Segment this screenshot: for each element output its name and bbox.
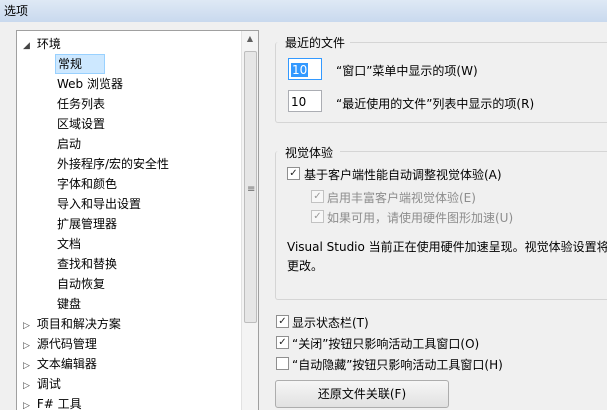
collapsed-arrow-icon[interactable]: ▷ bbox=[23, 316, 33, 336]
tree-item-label: 环境 bbox=[36, 37, 61, 51]
tree-item-label: 常规 bbox=[58, 57, 83, 71]
tree-item[interactable]: ◢ 环境 bbox=[23, 34, 61, 54]
close-button-scope-label: “关闭”按钮只影响活动工具窗口(O) bbox=[292, 337, 480, 351]
tree-item-label: 启动 bbox=[57, 137, 82, 151]
tree-item[interactable]: 键盘 bbox=[57, 294, 81, 314]
tree-item[interactable]: 区域设置 bbox=[57, 114, 105, 134]
tree-item[interactable]: 常规 bbox=[55, 54, 105, 74]
tree-item[interactable]: 文档 bbox=[57, 234, 81, 254]
tree-item-label: 自动恢复 bbox=[57, 277, 106, 291]
rich-visual-label: 启用丰富客户端视觉体验(E) bbox=[327, 191, 476, 205]
tree-item-label: 任务列表 bbox=[57, 97, 106, 111]
tree-item[interactable]: 启动 bbox=[57, 134, 81, 154]
collapsed-arrow-icon[interactable]: ▷ bbox=[23, 396, 33, 410]
grip-icon: ≡ bbox=[247, 184, 256, 195]
tree-item[interactable]: 任务列表 bbox=[57, 94, 105, 114]
autohide-scope-checkbox[interactable] bbox=[276, 357, 289, 370]
tree-item-label: Web 浏览器 bbox=[57, 77, 123, 91]
tree-item[interactable]: 扩展管理器 bbox=[57, 214, 117, 234]
check-icon: ✓ bbox=[289, 168, 298, 179]
check-icon: ✓ bbox=[313, 211, 322, 222]
tree-item-label: 文档 bbox=[57, 237, 82, 251]
recent-list-count-label: “最近使用的文件”列表中显示的项(R) bbox=[336, 97, 535, 111]
window-menu-count-value: 10 bbox=[291, 63, 309, 77]
tree-item-label: 调试 bbox=[36, 377, 61, 391]
collapsed-arrow-icon[interactable]: ▷ bbox=[23, 336, 33, 356]
visual-info-line1: Visual Studio 当前正在使用硬件加速呈现。视觉体验设置将 bbox=[287, 240, 607, 254]
title-bar: 选项 bbox=[0, 0, 607, 22]
tree-item-label: 查找和替换 bbox=[57, 257, 118, 271]
recent-list-count-input[interactable]: 10 bbox=[288, 90, 322, 112]
tree-item[interactable]: ▷ 调试 bbox=[23, 374, 61, 394]
auto-adjust-label: 基于客户端性能自动调整视觉体验(A) bbox=[304, 168, 502, 182]
tree-item[interactable]: 字体和颜色 bbox=[57, 174, 117, 194]
restore-file-associations-button[interactable]: 还原文件关联(F) bbox=[275, 380, 449, 408]
tree-item[interactable]: ▷ F# 工具 bbox=[23, 394, 82, 410]
window-menu-count-input[interactable]: 10 bbox=[288, 58, 322, 80]
expanded-arrow-icon[interactable]: ◢ bbox=[23, 36, 33, 56]
tree-item-label: 导入和导出设置 bbox=[57, 197, 142, 211]
tree-item[interactable]: 查找和替换 bbox=[57, 254, 117, 274]
tree-item[interactable]: ▷ 源代码管理 bbox=[23, 334, 97, 354]
hw-accel-checkbox[interactable]: ✓ bbox=[311, 210, 324, 223]
check-icon: ✓ bbox=[313, 191, 322, 202]
statusbar-checkbox[interactable]: ✓ bbox=[276, 315, 289, 328]
tree-item-label: 字体和颜色 bbox=[57, 177, 118, 191]
options-tree[interactable]: ◢ 环境常规 Web 浏览器 任务列表区域设置启动外接程序/宏的安全性 字体和颜色导入… bbox=[16, 30, 259, 410]
window-menu-count-label: “窗口”菜单中显示的项(W) bbox=[336, 64, 478, 78]
tree-scrollbar[interactable]: ▲ ≡ bbox=[241, 31, 258, 410]
rich-visual-checkbox[interactable]: ✓ bbox=[311, 190, 324, 203]
tree-item[interactable]: 导入和导出设置 bbox=[57, 194, 141, 214]
tree-item-label: 源代码管理 bbox=[36, 337, 97, 351]
tree-item-label: 键盘 bbox=[57, 297, 82, 311]
scroll-thumb[interactable]: ≡ bbox=[244, 51, 257, 323]
tree-item[interactable]: ▷ 项目和解决方案 bbox=[23, 314, 121, 334]
tree-item-label: F# 工具 bbox=[36, 397, 82, 410]
scroll-up-icon[interactable]: ▲ bbox=[242, 31, 258, 47]
tree-item-label: 外接程序/宏的安全性 bbox=[57, 157, 170, 171]
tree-item[interactable]: 外接程序/宏的安全性 bbox=[57, 154, 169, 174]
recent-list-count-value: 10 bbox=[291, 95, 307, 109]
tree-item[interactable]: ▷ 文本编辑器 bbox=[23, 354, 97, 374]
autohide-scope-label: “自动隐藏”按钮只影响活动工具窗口(H) bbox=[292, 358, 503, 372]
window-title: 选项 bbox=[4, 4, 29, 18]
visual-info-line2: 更改。 bbox=[287, 259, 324, 273]
auto-adjust-checkbox[interactable]: ✓ bbox=[287, 167, 300, 180]
collapsed-arrow-icon[interactable]: ▷ bbox=[23, 376, 33, 396]
check-icon: ✓ bbox=[278, 316, 287, 327]
tree-item-label: 项目和解决方案 bbox=[36, 317, 121, 331]
tree-item-label: 扩展管理器 bbox=[57, 217, 118, 231]
hw-accel-label: 如果可用，请使用硬件图形加速(U) bbox=[327, 211, 514, 225]
close-button-scope-checkbox[interactable]: ✓ bbox=[276, 336, 289, 349]
restore-file-associations-label: 还原文件关联(F) bbox=[317, 387, 407, 401]
collapsed-arrow-icon[interactable]: ▷ bbox=[23, 356, 33, 376]
tree-item-label: 区域设置 bbox=[57, 117, 106, 131]
tree-item[interactable]: Web 浏览器 bbox=[57, 74, 123, 94]
tree-item[interactable]: 自动恢复 bbox=[57, 274, 105, 294]
tree-item-label: 文本编辑器 bbox=[36, 357, 97, 371]
check-icon: ✓ bbox=[278, 337, 287, 348]
statusbar-label: 显示状态栏(T) bbox=[292, 316, 369, 330]
